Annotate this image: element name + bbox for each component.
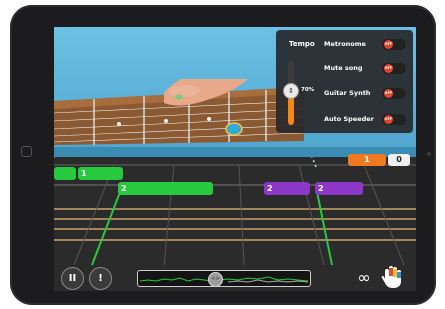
note-fret-label: 2 [121, 184, 127, 193]
game-screen: Tempo ⇕ 70% Metronome OFF Mute song OFF … [54, 27, 416, 291]
option-label: Metronome [324, 40, 366, 48]
home-button[interactable] [21, 146, 32, 157]
option-label: Auto Speeder [324, 115, 374, 123]
timeline-waveform [139, 276, 309, 283]
note-fret-label: 2 [267, 184, 273, 193]
tempo-slider-handle[interactable]: ⇕ [283, 83, 299, 99]
toggle-knob: OFF [384, 115, 393, 124]
scrub-icon[interactable]: <> [208, 272, 223, 286]
note-bar-purple: 2 [264, 182, 310, 195]
loop-icon[interactable]: ∞ [352, 267, 376, 289]
tempo-value: 70% [301, 87, 315, 93]
toggle-knob: OFF [384, 89, 393, 98]
pause-icon[interactable]: II [61, 267, 84, 290]
metronome-toggle[interactable]: OFF [382, 39, 406, 50]
toggle-knob: OFF [384, 40, 393, 49]
note-fret-label: 1 [81, 169, 87, 178]
note-bar-green [54, 167, 76, 180]
settings-panel: Tempo ⇕ 70% Metronome OFF Mute song OFF … [276, 30, 413, 133]
guitar-neck [54, 79, 305, 145]
note-bar-purple: 2 [315, 182, 363, 195]
option-guitar-synth: Guitar Synth OFF [324, 87, 410, 101]
tempo-label: Tempo [289, 40, 315, 48]
note-bar-green: 2 [118, 182, 213, 195]
option-auto-speeder: Auto Speeder OFF [324, 113, 410, 127]
song-timeline[interactable]: <> [137, 270, 311, 287]
score-counter: 0 [388, 154, 410, 166]
mute-song-toggle[interactable]: OFF [382, 63, 406, 74]
combo-counter: 1 [348, 154, 386, 166]
option-mute-song: Mute song OFF [324, 62, 410, 76]
camera-dot [427, 152, 431, 156]
option-label: Guitar Synth [324, 89, 371, 97]
option-label: Mute song [324, 64, 363, 72]
footsteps-icon[interactable]: ! [89, 267, 112, 290]
note-bar-green: 1 [78, 167, 123, 180]
option-metronome: Metronome OFF [324, 38, 410, 52]
guitar-synth-toggle[interactable]: OFF [382, 88, 406, 99]
toggle-knob: OFF [384, 64, 393, 73]
bottom-controls: II ! <> ∞ [54, 265, 416, 291]
note-fret-label: 2 [318, 184, 324, 193]
auto-speeder-toggle[interactable]: OFF [382, 114, 406, 125]
hand-icon[interactable] [380, 265, 404, 290]
